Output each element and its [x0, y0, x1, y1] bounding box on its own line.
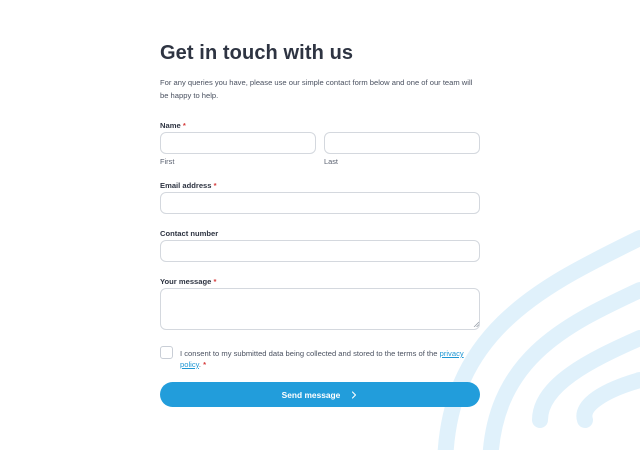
email-label: Email address * [160, 181, 217, 190]
contact-number-label-text: Contact number [160, 229, 219, 238]
page-title: Get in touch with us [160, 42, 354, 64]
required-mark: * [182, 121, 186, 130]
consent-text-after: . [198, 360, 201, 369]
send-message-label: Send message [281, 389, 341, 400]
email-field[interactable] [160, 192, 480, 214]
contact-number-field[interactable] [160, 240, 480, 262]
message-textarea[interactable] [160, 288, 480, 330]
last-name-input[interactable] [324, 132, 480, 154]
name-label: Name * [160, 121, 186, 130]
send-message-button[interactable]: Send message [160, 382, 480, 407]
required-mark: * [213, 277, 217, 286]
chevron-right-icon [352, 390, 357, 399]
consent-text: I consent to my submitted data being col… [180, 348, 480, 370]
first-name-input[interactable] [160, 132, 316, 154]
name-label-text: Name [160, 121, 181, 130]
required-mark: * [213, 181, 217, 190]
contact-number-label: Contact number [160, 229, 218, 238]
last-name-sublabel: Last [324, 157, 338, 166]
intro-text: For any queries you have, please use our… [160, 78, 473, 100]
consent-text-before: I consent to my submitted data being col… [180, 349, 440, 358]
message-label-text: Your message [160, 277, 212, 286]
consent-checkbox[interactable] [160, 346, 173, 359]
message-label: Your message * [160, 277, 216, 286]
required-mark: * [203, 360, 207, 369]
resize-handle-icon[interactable] [473, 321, 479, 327]
first-name-sublabel: First [160, 157, 175, 166]
email-label-text: Email address [160, 181, 212, 190]
